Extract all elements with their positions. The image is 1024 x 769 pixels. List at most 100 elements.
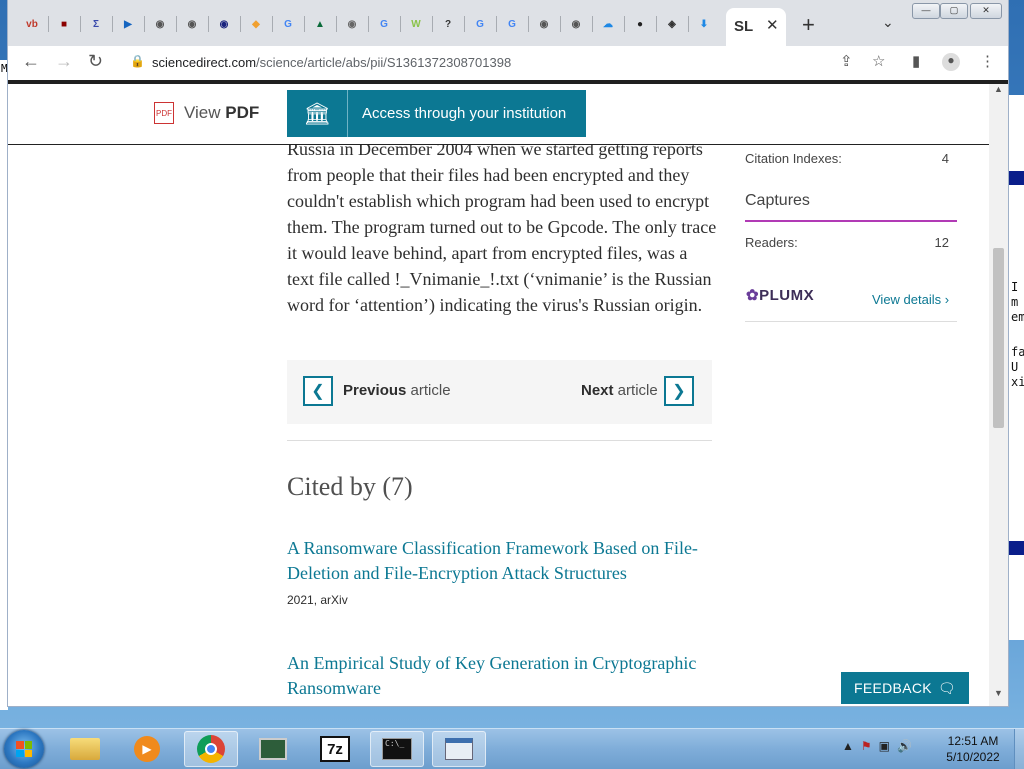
background-window-right: I m em fa U xi — [1008, 95, 1024, 640]
view-pdf-link[interactable]: PDF View PDF — [154, 102, 259, 124]
7zip-label: 7z — [327, 740, 343, 758]
previous-article-label[interactable]: Previous article — [343, 382, 451, 399]
reload-icon[interactable]: ↻ — [88, 51, 103, 72]
tab-favicon-icon[interactable]: G — [502, 14, 522, 34]
feedback-button[interactable]: FEEDBACK 🗨 — [841, 672, 969, 704]
tab-favicon-icon[interactable]: ▶ — [118, 14, 138, 34]
show-hidden-icons-icon[interactable]: ▲ — [842, 739, 854, 753]
new-tab-icon[interactable]: + — [802, 12, 815, 38]
view-label: View — [184, 103, 221, 122]
clock-time: 12:51 AM — [947, 734, 999, 748]
volume-icon[interactable]: 🔊 — [897, 739, 912, 753]
side-panel-icon[interactable]: ▮ — [912, 52, 920, 70]
previous-bold: Previous — [343, 382, 407, 399]
scrollbar-thumb[interactable] — [993, 248, 1004, 428]
tab-favicon-icon[interactable]: Σ — [86, 14, 106, 34]
tab-favicon-icon[interactable]: ⬇ — [694, 14, 714, 34]
tab-separator — [432, 16, 433, 32]
start-button[interactable] — [4, 730, 44, 768]
tab-favicon-icon[interactable]: ◉ — [342, 14, 362, 34]
tab-separator — [624, 16, 625, 32]
tab-separator — [48, 16, 49, 32]
terminal-icon: C:\_ — [382, 738, 412, 760]
tab-separator — [368, 16, 369, 32]
bookmark-star-icon[interactable]: ☆ — [872, 52, 885, 70]
page-scrollbar[interactable]: ▲ ▼ — [989, 84, 1008, 706]
close-window-button[interactable]: ✕ — [970, 3, 1002, 19]
sticky-article-header: PDF View PDF 🏛 Access through your insti… — [8, 84, 989, 145]
pdf-label: PDF — [225, 103, 260, 122]
institution-building-icon: 🏛 — [287, 90, 348, 137]
minimize-button[interactable]: — — [912, 3, 940, 19]
tab-favicon-icon[interactable]: G — [278, 14, 298, 34]
plumx-logo-text: PLUMX — [759, 287, 815, 304]
system-clock[interactable]: 12:51 AM 5/10/2022 — [938, 733, 1008, 765]
network-icon[interactable]: ▣ — [879, 739, 890, 753]
lock-icon[interactable]: 🔒 — [130, 54, 145, 68]
taskbar-window-button[interactable] — [432, 731, 486, 767]
back-arrow-icon[interactable]: ← — [22, 51, 40, 72]
tab-favicon-icon[interactable]: G — [374, 14, 394, 34]
background-window-text: U — [1011, 360, 1019, 374]
view-details-link[interactable]: View details › — [872, 292, 949, 307]
tab-favicon-icon[interactable]: ▲ — [310, 14, 330, 34]
tab-favicon-icon[interactable]: ◉ — [214, 14, 234, 34]
taskbar-cmd-button[interactable]: C:\_ — [370, 731, 424, 767]
taskbar-task-manager-button[interactable] — [246, 731, 300, 767]
forward-arrow-icon[interactable]: → — [55, 51, 73, 72]
tab-favicon-icon[interactable]: ◉ — [534, 14, 554, 34]
url-text: sciencedirect.com/science/article/abs/pi… — [152, 55, 511, 70]
media-player-icon: ▶ — [134, 736, 160, 762]
tab-active[interactable]: SL ✕ — [726, 8, 786, 46]
tab-separator — [304, 16, 305, 32]
show-desktop-button[interactable] — [1014, 729, 1024, 769]
speech-bubble-icon: 🗨 — [937, 679, 956, 696]
background-window-text: xi — [1011, 375, 1024, 389]
access-institution-button[interactable]: 🏛 Access through your institution — [287, 90, 586, 137]
scroll-down-icon[interactable]: ▼ — [994, 688, 1003, 698]
tab-favicon-icon[interactable]: ◈ — [662, 14, 682, 34]
action-center-flag-icon[interactable]: ⚑ — [861, 739, 872, 753]
next-article-label[interactable]: Next article — [581, 382, 658, 399]
tab-favicon-icon[interactable]: ? — [438, 14, 458, 34]
next-article-button[interactable]: ❯ — [664, 376, 694, 406]
background-window-titlebar — [1009, 171, 1024, 185]
tab-favicon-icon[interactable]: ● — [630, 14, 650, 34]
browser-window: vb ■ Σ ▶ ◉ ◉ ◉ ◆ G ▲ ◉ G W? G G ◉ ◉ ☁ ● ◈ ⬇ SL ✕ + ⌄ — ▢ ✕ ←… — [8, 0, 1008, 706]
taskbar-chrome-button[interactable] — [184, 731, 238, 767]
tab-favicon-icon[interactable]: ☁ — [598, 14, 618, 34]
taskbar-media-player-button[interactable]: ▶ — [120, 731, 174, 767]
tab-favicon-icon[interactable]: ◆ — [246, 14, 266, 34]
tab-favicon-icon[interactable]: W — [406, 14, 426, 34]
next-bold: Next — [581, 382, 614, 399]
tab-favicon-icon[interactable]: ◉ — [182, 14, 202, 34]
tab-favicon-icon[interactable]: vb — [22, 14, 42, 34]
tab-favicon-icon[interactable]: ■ — [54, 14, 74, 34]
profile-avatar-icon[interactable]: ● — [942, 53, 960, 71]
previous-article-button[interactable]: ❮ — [303, 376, 333, 406]
taskbar-explorer-button[interactable] — [58, 731, 112, 767]
captures-heading: Captures — [745, 192, 810, 209]
article-navigation: ❮ Previous article Next article ❯ — [287, 360, 712, 424]
more-menu-icon[interactable]: ⋮ — [980, 52, 995, 70]
background-window-text: m — [1011, 295, 1019, 309]
taskbar-7zip-button[interactable]: 7z — [308, 731, 362, 767]
maximize-button[interactable]: ▢ — [940, 3, 968, 19]
tab-favicon-icon[interactable]: ◉ — [150, 14, 170, 34]
monitor-icon — [259, 738, 287, 760]
close-tab-icon[interactable]: ✕ — [766, 16, 779, 34]
tab-favicon-icon[interactable]: ◉ — [566, 14, 586, 34]
citation-indexes-value: 4 — [941, 151, 949, 166]
tab-separator — [240, 16, 241, 32]
tab-search-chevron-icon[interactable]: ⌄ — [882, 14, 894, 31]
tab-strip: vb ■ Σ ▶ ◉ ◉ ◉ ◆ G ▲ ◉ G W? G G ◉ ◉ ☁ ● ◈ ⬇ SL ✕ + ⌄ — ▢ ✕ — [8, 0, 1008, 46]
tab-favicon-icon[interactable]: G — [470, 14, 490, 34]
cited-article-link[interactable]: A Ransomware Classification Framework Ba… — [287, 536, 717, 586]
section-divider — [287, 440, 712, 441]
scroll-up-icon[interactable]: ▲ — [994, 84, 1003, 94]
share-icon[interactable]: ⇪ — [840, 52, 853, 70]
tab-separator — [176, 16, 177, 32]
cited-article-link[interactable]: An Empirical Study of Key Generation in … — [287, 651, 717, 701]
url-host: sciencedirect.com — [152, 55, 257, 70]
windows-logo-icon — [16, 741, 32, 757]
